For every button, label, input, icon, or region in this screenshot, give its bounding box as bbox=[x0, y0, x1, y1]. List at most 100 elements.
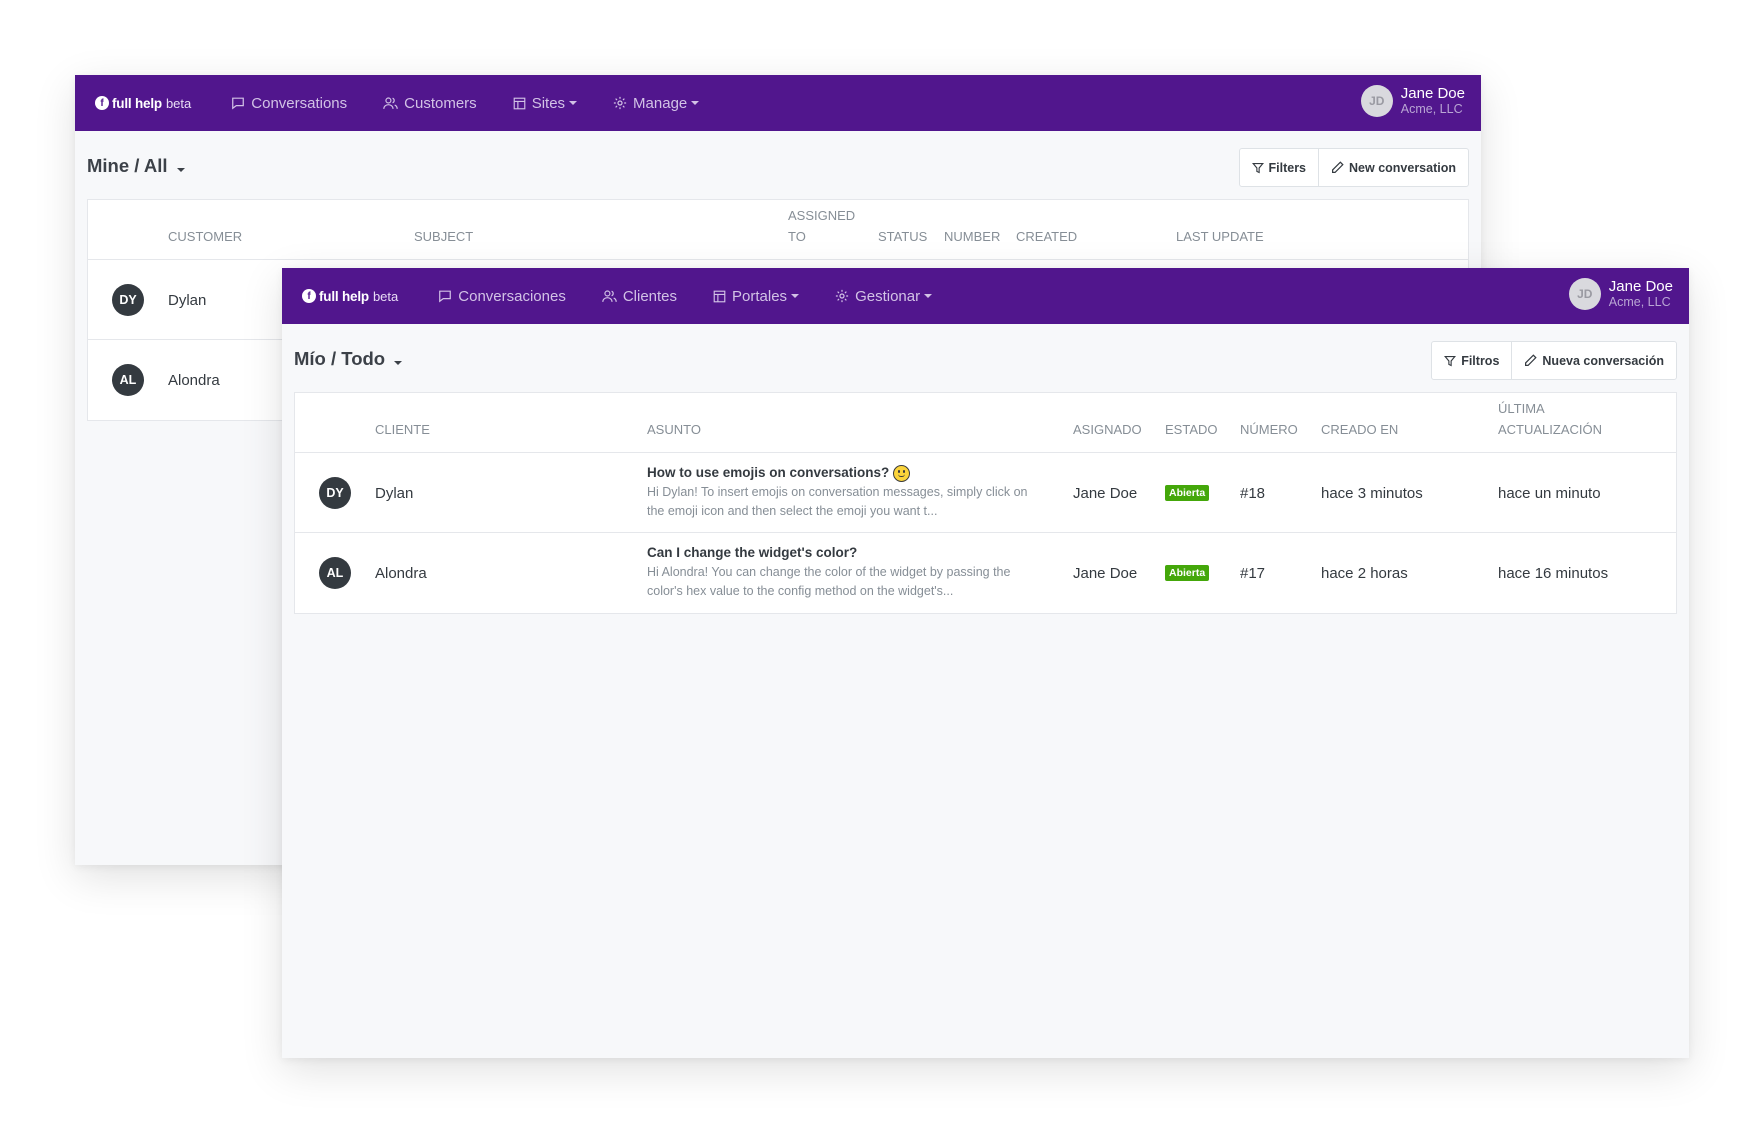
customer-name: Dylan bbox=[375, 484, 414, 502]
chevron-down-icon bbox=[394, 361, 403, 365]
nav-conversaciones-label: Conversaciones bbox=[458, 287, 566, 305]
user-name: Jane Doe bbox=[1608, 278, 1673, 295]
created-time: hace 2 horas bbox=[1321, 564, 1408, 582]
filters-label: Filters bbox=[1268, 160, 1307, 175]
brand-beta-tag: beta bbox=[372, 288, 399, 304]
spanish-app-window: f full help beta Conversaciones Clientes… bbox=[282, 268, 1689, 1058]
assignee: Jane Doe bbox=[1073, 564, 1138, 582]
scope-label: Mine / All bbox=[87, 155, 168, 176]
nav-portales[interactable]: Portales bbox=[713, 287, 800, 305]
pencil-icon bbox=[1525, 354, 1538, 366]
nav-clientes-label: Clientes bbox=[622, 287, 678, 305]
nav-gestionar[interactable]: Gestionar bbox=[835, 287, 933, 305]
column-estado[interactable]: ESTADO bbox=[1165, 419, 1218, 440]
filters-label: Filtros bbox=[1461, 353, 1500, 368]
nav-gestionar-label: Gestionar bbox=[855, 287, 921, 305]
message-preview-line2: color's hex value to the config method o… bbox=[647, 584, 954, 598]
column-creado-en[interactable]: CREADO EN bbox=[1321, 419, 1398, 440]
column-assigned-line1: ASSIGNED bbox=[788, 208, 856, 223]
nav-conversaciones[interactable]: Conversaciones bbox=[438, 288, 566, 305]
nav-manage[interactable]: Manage bbox=[613, 94, 700, 112]
conversation-subject[interactable]: How to use emojis on conversations? Hi D… bbox=[647, 463, 1057, 521]
column-subject[interactable]: SUBJECT bbox=[414, 226, 473, 247]
brand-beta-tag: beta bbox=[165, 95, 192, 111]
chat-icon bbox=[232, 97, 245, 110]
nav-conversations[interactable]: Conversations bbox=[231, 95, 347, 112]
column-created[interactable]: CREATED bbox=[1016, 226, 1077, 247]
nav-customers[interactable]: Customers bbox=[383, 95, 477, 112]
message-preview-line1: Hi Dylan! To insert emojis on conversati… bbox=[647, 485, 1028, 499]
filter-icon bbox=[1444, 355, 1457, 366]
column-asunto[interactable]: ASUNTO bbox=[647, 419, 701, 440]
column-ultima-actualizacion[interactable]: ÚLTIMA ACTUALIZACIÓN bbox=[1498, 398, 1602, 440]
top-navbar: f full help beta Conversaciones Clientes… bbox=[282, 268, 1689, 324]
toolbar: Mine / All Filters New conversation bbox=[75, 131, 1481, 203]
table-row[interactable]: AL Alondra Can I change the widget's col… bbox=[295, 533, 1676, 613]
table-header: CLIENTE ASUNTO ASIGNADO ESTADO NÚMERO CR… bbox=[295, 393, 1676, 453]
user-name: Jane Doe bbox=[1400, 85, 1465, 102]
column-numero[interactable]: NÚMERO bbox=[1240, 419, 1298, 440]
subject-title-text: How to use emojis on conversations? bbox=[647, 465, 890, 480]
status-cell: Abierta bbox=[1165, 533, 1210, 613]
last-update-time: hace un minuto bbox=[1498, 484, 1601, 502]
pencil-icon bbox=[1332, 161, 1344, 173]
status-badge: Abierta bbox=[1165, 485, 1210, 501]
assignee: Jane Doe bbox=[1073, 484, 1138, 502]
column-last-update-line2: ACTUALIZACIÓN bbox=[1498, 422, 1603, 437]
avatar: AL bbox=[319, 557, 351, 589]
scope-selector[interactable]: Mine / All bbox=[87, 155, 185, 177]
user-organization: Acme, LLC bbox=[1608, 295, 1671, 309]
scope-selector[interactable]: Mío / Todo bbox=[294, 348, 403, 370]
nav-manage-label: Manage bbox=[633, 94, 688, 112]
layout-icon bbox=[713, 290, 726, 302]
column-asignado[interactable]: ASIGNADO bbox=[1073, 419, 1142, 440]
users-icon bbox=[383, 97, 398, 109]
column-assigned-line2: TO bbox=[788, 229, 806, 244]
user-organization: Acme, LLC bbox=[1400, 102, 1463, 116]
column-last-update-line1: ÚLTIMA bbox=[1498, 401, 1545, 416]
chevron-down-icon bbox=[924, 294, 933, 298]
brand-logo[interactable]: f full help beta bbox=[95, 96, 191, 111]
last-update-time: hace 16 minutos bbox=[1498, 564, 1609, 582]
user-menu[interactable]: JD Jane Doe Acme, LLC bbox=[1568, 278, 1673, 310]
chat-icon bbox=[439, 290, 452, 303]
subject-title-text: Can I change the widget's color? bbox=[647, 545, 858, 560]
conversation-subject[interactable]: Can I change the widget's color? Hi Alon… bbox=[647, 543, 1057, 601]
column-number[interactable]: NUMBER bbox=[944, 226, 1000, 247]
column-customer[interactable]: CUSTOMER bbox=[168, 226, 242, 247]
nav-sites[interactable]: Sites bbox=[513, 95, 578, 112]
new-conversation-button[interactable]: New conversation bbox=[1318, 149, 1468, 186]
customer-name: Dylan bbox=[168, 291, 207, 309]
column-last-update[interactable]: LAST UPDATE bbox=[1176, 226, 1264, 247]
smiley-emoji-icon bbox=[893, 464, 911, 482]
customer-name: Alondra bbox=[168, 371, 220, 389]
created-time: hace 3 minutos bbox=[1321, 484, 1423, 502]
table-row[interactable]: DY Dylan How to use emojis on conversati… bbox=[295, 453, 1676, 533]
action-buttons: Filters New conversation bbox=[1238, 148, 1469, 187]
column-cliente[interactable]: CLIENTE bbox=[375, 419, 430, 440]
column-status[interactable]: STATUS bbox=[878, 226, 927, 247]
full-help-logo-icon: f bbox=[95, 96, 109, 110]
filters-button[interactable]: Filters bbox=[1240, 149, 1319, 186]
top-navbar: f full help beta Conversations Customers… bbox=[75, 75, 1481, 131]
conversations-table: CLIENTE ASUNTO ASIGNADO ESTADO NÚMERO CR… bbox=[294, 392, 1677, 614]
chevron-down-icon bbox=[569, 101, 578, 105]
avatar: AL bbox=[112, 364, 144, 396]
nav-portales-label: Portales bbox=[732, 287, 788, 305]
chevron-down-icon bbox=[791, 294, 800, 298]
subject-title: How to use emojis on conversations? bbox=[647, 463, 1057, 483]
conversation-number: #18 bbox=[1240, 484, 1266, 502]
customer-name: Alondra bbox=[375, 564, 427, 582]
user-menu[interactable]: JD Jane Doe Acme, LLC bbox=[1360, 85, 1465, 117]
brand-logo[interactable]: f full help beta bbox=[302, 289, 398, 304]
nav-clientes[interactable]: Clientes bbox=[602, 288, 677, 305]
new-conversation-label: Nueva conversación bbox=[1542, 353, 1664, 368]
new-conversation-button[interactable]: Nueva conversación bbox=[1511, 342, 1676, 379]
avatar: DY bbox=[112, 284, 144, 316]
avatar: JD bbox=[1568, 278, 1601, 310]
action-buttons: Filtros Nueva conversación bbox=[1431, 341, 1677, 380]
chevron-down-icon bbox=[176, 168, 185, 172]
users-icon bbox=[602, 290, 617, 302]
column-assigned-to[interactable]: ASSIGNED TO bbox=[788, 205, 855, 247]
filters-button[interactable]: Filtros bbox=[1432, 342, 1511, 379]
